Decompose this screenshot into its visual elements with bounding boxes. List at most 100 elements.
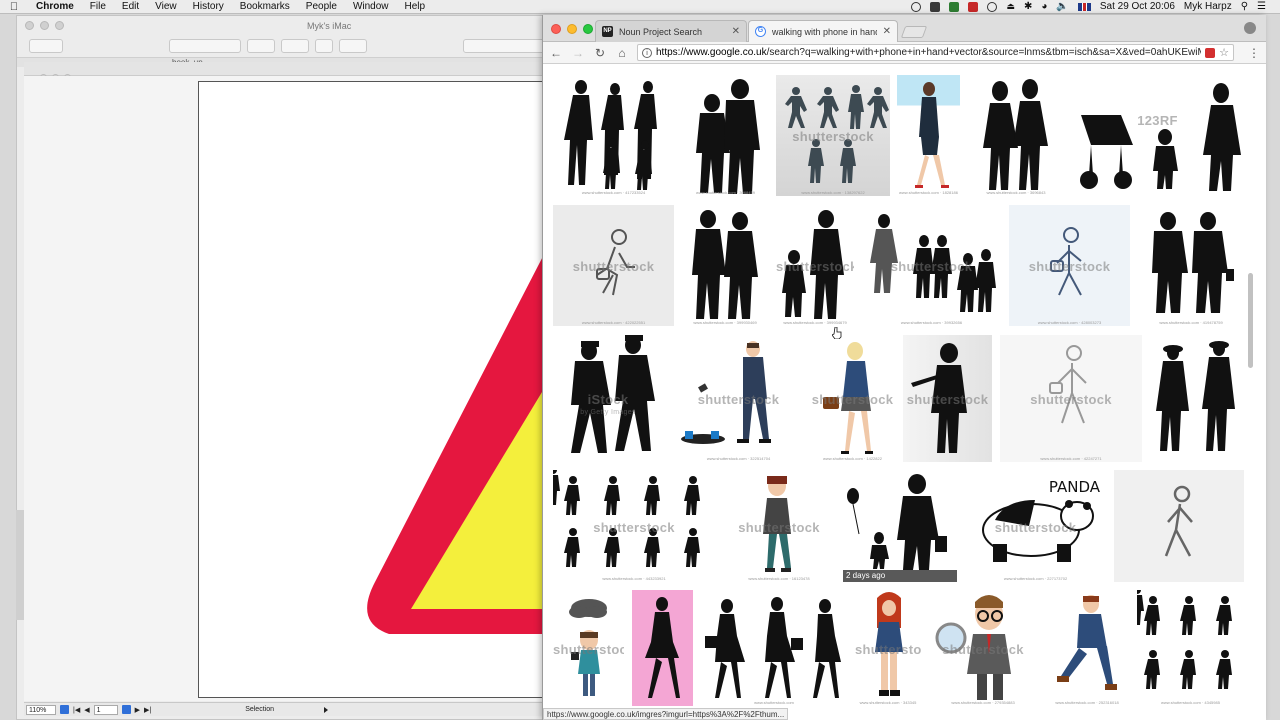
image-result[interactable]: 123RF — [1071, 75, 1244, 196]
sync-icon[interactable] — [987, 1, 998, 12]
chrome-zoom-icon[interactable] — [583, 24, 593, 34]
wifi-icon[interactable]: ◕ — [1041, 1, 1047, 12]
reload-icon[interactable]: ↻ — [593, 46, 607, 60]
image-result[interactable]: www.shutterstock.com · 4345985 — [1137, 590, 1244, 706]
address-bar[interactable]: i https://www.google.co.uk/search?q=walk… — [637, 44, 1234, 61]
image-result[interactable]: PANDA shutterstock www.shutterstock.com … — [965, 470, 1106, 582]
chrome-close-icon[interactable] — [551, 24, 561, 34]
editor-gear-button[interactable] — [281, 39, 309, 53]
editor-view-switcher[interactable] — [169, 39, 241, 53]
image-result[interactable]: shutterstock — [553, 590, 624, 706]
menu-view[interactable]: View — [147, 1, 185, 12]
adobe-icon[interactable] — [930, 1, 941, 12]
last-page-icon[interactable]: ▶| — [144, 706, 151, 714]
results-scrollbar[interactable] — [1248, 273, 1253, 368]
image-result[interactable]: www.shutterstock.com · 1828186 — [897, 75, 960, 196]
volume-icon[interactable]: 🔈 — [1056, 1, 1068, 12]
spotlight-icon[interactable]: ⚲ — [1241, 1, 1248, 12]
tool-menu-icon[interactable] — [323, 706, 328, 713]
tab-google-images[interactable]: G walking with phone in hand ve ✕ — [748, 20, 898, 42]
image-result[interactable]: shutterstock — [903, 335, 992, 462]
record-icon[interactable] — [911, 1, 922, 12]
image-result[interactable] — [1149, 335, 1244, 462]
tab-close-icon[interactable]: ✕ — [732, 26, 740, 37]
editor-tag-button[interactable] — [339, 39, 367, 53]
image-result[interactable]: www.shutterstock.com · 252316018 — [1045, 590, 1129, 706]
next-page-icon[interactable]: ▶ — [135, 706, 140, 714]
image-result[interactable]: www.shutterstock.com — [701, 590, 847, 706]
input-source-flag-icon[interactable] — [1077, 2, 1091, 11]
editor-nav-buttons[interactable] — [29, 39, 63, 53]
menu-edit[interactable]: Edit — [114, 1, 147, 12]
forward-arrow-icon[interactable]: → — [571, 46, 585, 60]
first-page-icon[interactable]: |◀ — [73, 706, 80, 714]
image-result[interactable]: www.shutterstock.com · 419478759 — [1138, 205, 1244, 326]
image-result[interactable]: shutterstock www.shutterstock.com · 4280… — [1009, 205, 1130, 326]
editor-zoom-icon[interactable] — [55, 21, 64, 30]
editor-close-icon[interactable] — [25, 21, 34, 30]
home-icon[interactable]: ⌂ — [615, 46, 629, 60]
menu-clock[interactable]: Sat 29 Oct 20:06 — [1100, 1, 1175, 12]
image-result[interactable]: shutterstock www.shutterstock.com · 1382… — [776, 75, 890, 196]
image-result[interactable] — [1114, 470, 1244, 582]
image-result[interactable]: shutterstock www.shutterstock.com · 4220… — [553, 205, 674, 326]
image-result[interactable]: shutterstock www.shutterstock.com · 3999… — [776, 205, 854, 326]
image-result[interactable]: shutterstock www.shutterstock.com · 4224… — [1000, 335, 1142, 462]
profile-avatar-icon[interactable] — [1244, 22, 1256, 34]
editor-workspace[interactable] — [24, 76, 558, 701]
eject-icon[interactable]: ⏏ — [1006, 1, 1015, 12]
image-result[interactable]: shutterstock www.shutterstock.com · 3433… — [855, 590, 921, 706]
notification-center-icon[interactable]: ☰ — [1257, 1, 1266, 12]
zoom-dropdown-icon[interactable] — [60, 705, 69, 714]
extension-icon[interactable] — [1205, 47, 1216, 58]
tab-close-icon[interactable]: ✕ — [883, 26, 891, 37]
image-result[interactable]: 2 days ago — [843, 470, 957, 582]
image-result[interactable]: www.shutterstock.com · 3068459 — [682, 75, 769, 196]
image-result[interactable]: shutterstock www.shutterstock.com · 1612… — [723, 470, 835, 582]
back-arrow-icon[interactable]: ← — [549, 46, 563, 60]
chrome-minimize-icon[interactable] — [567, 24, 577, 34]
page-field[interactable]: 1 — [93, 704, 118, 715]
image-result[interactable]: shutterstock www.shutterstock.com · 3225… — [671, 335, 806, 462]
address-url[interactable]: https://www.google.co.uk/search?q=walkin… — [656, 47, 1201, 58]
menu-file[interactable]: File — [82, 1, 114, 12]
menu-history[interactable]: History — [185, 1, 232, 12]
image-result[interactable]: shutterstock www.shutterstock.com · 4432… — [553, 470, 715, 582]
chrome-menu-icon[interactable]: ⋮ — [1248, 46, 1260, 60]
bookmark-star-icon[interactable]: ☆ — [1219, 46, 1229, 59]
evernote-icon[interactable] — [949, 1, 960, 12]
prev-page-icon[interactable]: ◀ — [84, 706, 89, 714]
menu-help[interactable]: Help — [397, 1, 434, 12]
new-tab-button[interactable] — [900, 26, 928, 38]
image-result[interactable]: www.shutterstock.com · 399930469 — [682, 205, 768, 326]
artboard[interactable] — [198, 81, 558, 698]
app-tray-icon[interactable] — [968, 1, 979, 12]
outline-walking-icon — [596, 229, 635, 296]
menu-bookmarks[interactable]: Bookmarks — [232, 1, 298, 12]
image-result[interactable]: iStock by Getty Images — [553, 335, 663, 462]
menu-user[interactable]: Myk Harpz — [1184, 1, 1232, 12]
image-result[interactable]: www.shutterstock.com · 417233524 — [553, 75, 674, 196]
apple-menu-icon[interactable]:  — [0, 1, 28, 13]
menu-window[interactable]: Window — [345, 1, 397, 12]
image-caption: www.shutterstock.com · 3068459 — [696, 190, 755, 195]
editor-share-button[interactable] — [315, 39, 333, 53]
image-result[interactable]: shutterstock www.shutterstock.com · 1422… — [809, 335, 896, 462]
editor-grid-button[interactable] — [247, 39, 275, 53]
page-dropdown-icon[interactable] — [121, 705, 131, 714]
editor-minimize-icon[interactable] — [40, 21, 49, 30]
editor-search-field[interactable] — [463, 39, 553, 53]
bluetooth-icon[interactable]: ✱ — [1024, 1, 1032, 12]
image-result[interactable]: shutterstock www.shutterstock.com · 2793… — [929, 590, 1037, 706]
warning-triangle-artwork[interactable] — [199, 82, 558, 698]
menu-people[interactable]: People — [298, 1, 345, 12]
image-result[interactable]: shutterstock www.shutterstock.com · 3993… — [862, 205, 1001, 326]
menu-app-name[interactable]: Chrome — [28, 1, 82, 12]
image-result[interactable]: www.shutterstock.com · 3696843 — [968, 75, 1064, 196]
image-result[interactable] — [632, 590, 693, 706]
image-caption: www.shutterstock.com — [754, 700, 794, 705]
page-info-icon[interactable]: i — [642, 47, 652, 58]
silhouette-mother-stroller — [1080, 83, 1241, 191]
tab-noun-project[interactable]: NP Noun Project Search ✕ — [595, 20, 747, 42]
zoom-field[interactable]: 110% — [26, 704, 56, 715]
